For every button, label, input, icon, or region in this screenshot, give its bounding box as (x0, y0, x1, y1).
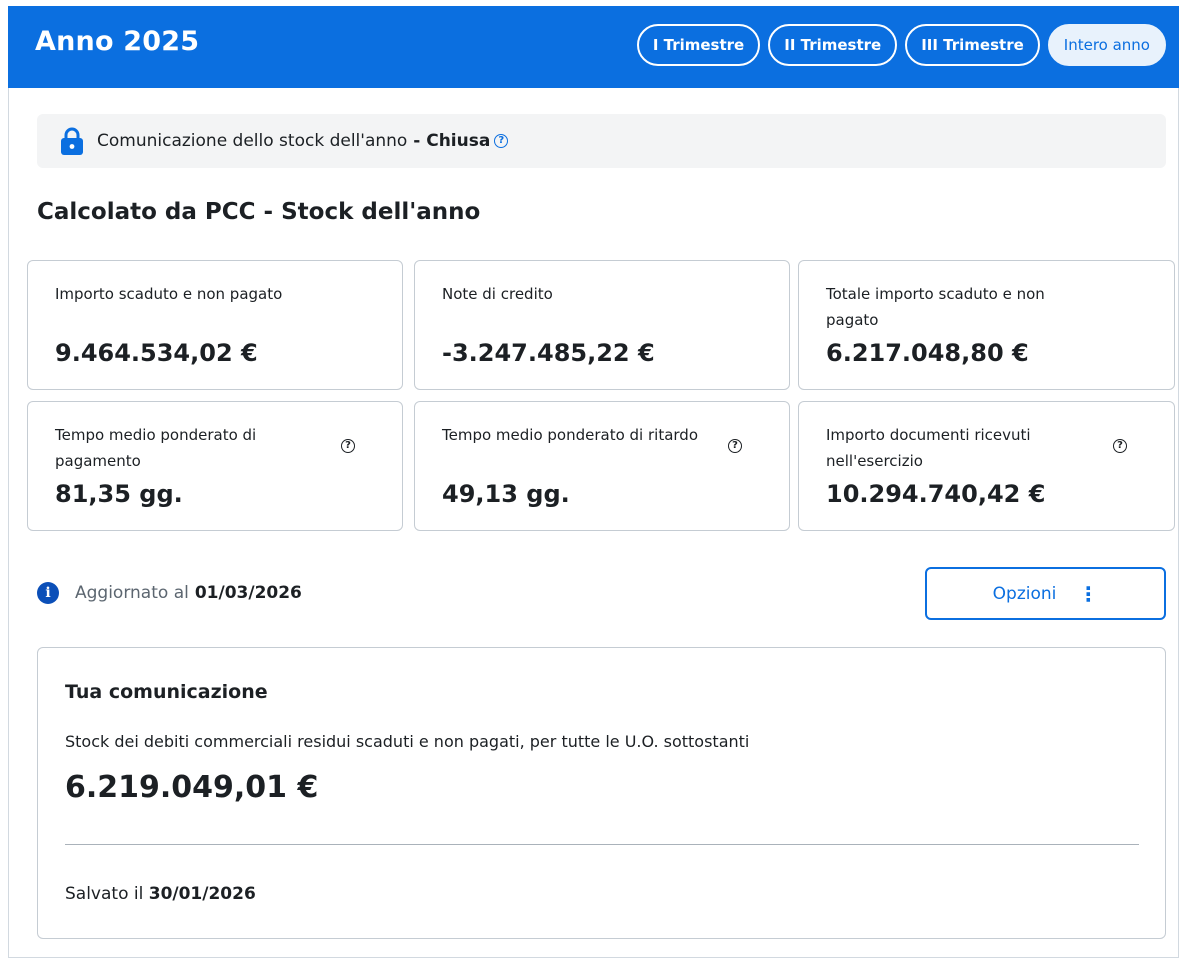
notice-status: Chiusa (426, 131, 491, 151)
kebab-menu-icon: ⋮ (1078, 581, 1099, 606)
section-title: Calcolato da PCC - Stock dell'anno (37, 199, 481, 225)
communication-description: Stock dei debiti commerciali residui sca… (65, 732, 750, 751)
communication-card: Tua comunicazione Stock dei debiti comme… (37, 647, 1166, 939)
communication-title: Tua comunicazione (65, 681, 268, 703)
divider (65, 844, 1139, 845)
period-tabs: I Trimestre II Trimestre III Trimestre I… (636, 24, 1166, 66)
card-total-overdue: Totale importo scaduto e non pagato 6.21… (798, 260, 1175, 390)
update-date: 01/03/2026 (194, 583, 302, 603)
help-icon[interactable]: ? (728, 439, 742, 453)
card-value: 81,35 gg. (55, 480, 183, 508)
help-icon[interactable]: ? (341, 439, 355, 453)
options-button-label: Opzioni (992, 583, 1057, 604)
card-overdue-amount: Importo scaduto e non pagato 9.464.534,0… (27, 260, 403, 390)
tab-full-year[interactable]: Intero anno (1047, 24, 1166, 66)
saved-date: 30/01/2026 (148, 884, 256, 904)
tab-third-quarter[interactable]: III Trimestre (905, 24, 1040, 66)
card-label: Importo documenti ricevuti nell'esercizi… (826, 426, 1031, 470)
card-value: 9.464.534,02 € (55, 339, 258, 367)
card-label: Totale importo scaduto e non pagato (826, 285, 1045, 329)
info-icon: i (37, 582, 59, 604)
communication-value: 6.219.049,01 € (65, 770, 319, 805)
options-button[interactable]: Opzioni ⋮ (925, 567, 1166, 620)
card-label: Note di credito (442, 285, 553, 303)
help-icon[interactable]: ? (494, 134, 509, 148)
card-label: Tempo medio ponderato di ritardo (442, 426, 699, 444)
tab-second-quarter[interactable]: II Trimestre (768, 24, 898, 66)
notice-text: Comunicazione dello stock dell'anno - Ch… (97, 131, 491, 151)
card-value: 6.217.048,80 € (826, 339, 1029, 367)
update-info: i Aggiornato al 01/03/2026 (37, 582, 302, 604)
tab-first-quarter[interactable]: I Trimestre (636, 24, 761, 66)
card-label: Importo scaduto e non pagato (55, 285, 283, 303)
card-credit-notes: Note di credito -3.247.485,22 € (414, 260, 790, 390)
help-icon[interactable]: ? (1113, 439, 1127, 453)
page-title: Anno 2025 (35, 26, 200, 57)
card-documents-received: Importo documenti ricevuti nell'esercizi… (798, 401, 1175, 531)
year-header: Anno 2025 I Trimestre II Trimestre III T… (8, 6, 1179, 88)
card-delay-time: Tempo medio ponderato di ritardo ? 49,13… (414, 401, 790, 531)
update-label: Aggiornato al (75, 583, 189, 603)
card-value: 49,13 gg. (442, 480, 570, 508)
card-label: Tempo medio ponderato di pagamento (55, 426, 257, 470)
saved-info: Salvato il 30/01/2026 (65, 884, 256, 904)
lock-icon (61, 127, 83, 155)
card-value: 10.294.740,42 € (826, 480, 1046, 508)
card-value: -3.247.485,22 € (442, 339, 655, 367)
card-payment-time: Tempo medio ponderato di pagamento ? 81,… (27, 401, 403, 531)
stock-status-notice: Comunicazione dello stock dell'anno - Ch… (37, 114, 1166, 168)
